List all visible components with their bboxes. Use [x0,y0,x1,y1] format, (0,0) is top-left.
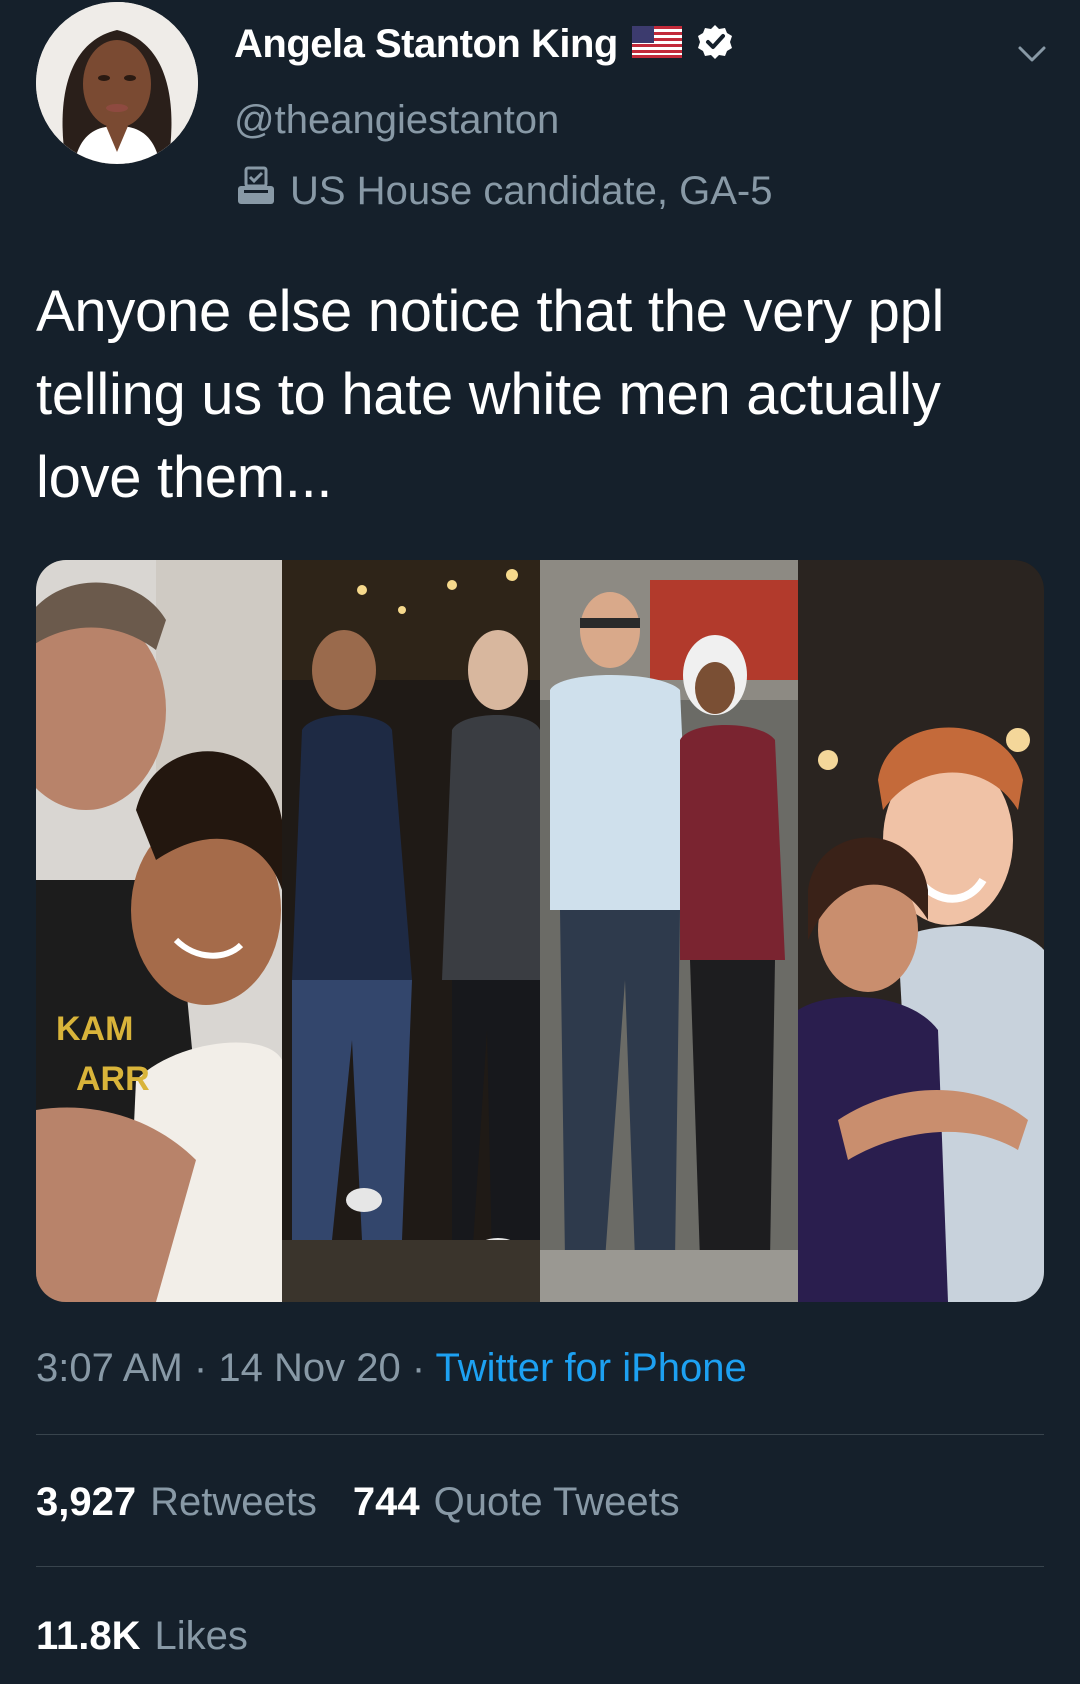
retweets-label: Retweets [150,1480,317,1524]
ballot-box-icon [234,164,278,218]
tweet-media-image[interactable]: KAM ARR [36,560,1044,1302]
tweet-meta: 3:07 AM · 14 Nov 20 · Twitter for iPhone [36,1346,747,1391]
account-label-text: US House candidate, GA-5 [290,168,773,213]
meta-separator: · [411,1346,426,1390]
divider [36,1566,1044,1567]
photo-panel-4 [798,560,1044,1302]
author-name-row[interactable]: Angela Stanton King [234,22,734,67]
display-name[interactable]: Angela Stanton King [234,22,618,67]
engagement-stats-row: 3,927 Retweets 744 Quote Tweets [36,1480,680,1525]
tweet-text: Anyone else notice that the very ppl tel… [36,279,945,510]
account-label: US House candidate, GA-5 [234,164,772,218]
us-flag-icon [631,26,682,63]
likes-count: 11.8K [36,1614,141,1658]
divider [36,1434,1044,1435]
meta-separator: · [193,1346,208,1390]
chevron-down-icon[interactable] [1012,34,1052,74]
likes-label: Likes [154,1614,248,1658]
likes-stat[interactable]: 11.8K Likes [36,1614,248,1659]
quote-tweets-count: 744 [352,1480,420,1524]
tweet-date[interactable]: 14 Nov 20 [218,1346,400,1390]
verified-badge-icon [696,23,734,66]
likes-stats-row: 11.8K Likes [36,1614,248,1659]
photo-panel-2 [282,560,540,1302]
quote-tweets-stat[interactable]: 744 Quote Tweets [353,1480,680,1525]
avatar[interactable] [36,2,198,164]
svg-text:KAM: KAM [56,1010,133,1048]
tweet-time[interactable]: 3:07 AM [36,1346,183,1390]
svg-text:ARR: ARR [76,1060,150,1098]
photo-panel-3 [540,560,798,1302]
quote-tweets-label: Quote Tweets [433,1480,680,1524]
author-handle[interactable]: @theangiestanton [234,98,559,143]
photo-panel-1: KAM ARR [36,560,282,1302]
tweet-source-link[interactable]: Twitter for iPhone [436,1346,747,1390]
retweets-count: 3,927 [36,1480,137,1524]
avatar-photo [36,2,198,164]
retweets-stat[interactable]: 3,927 Retweets [36,1480,317,1525]
